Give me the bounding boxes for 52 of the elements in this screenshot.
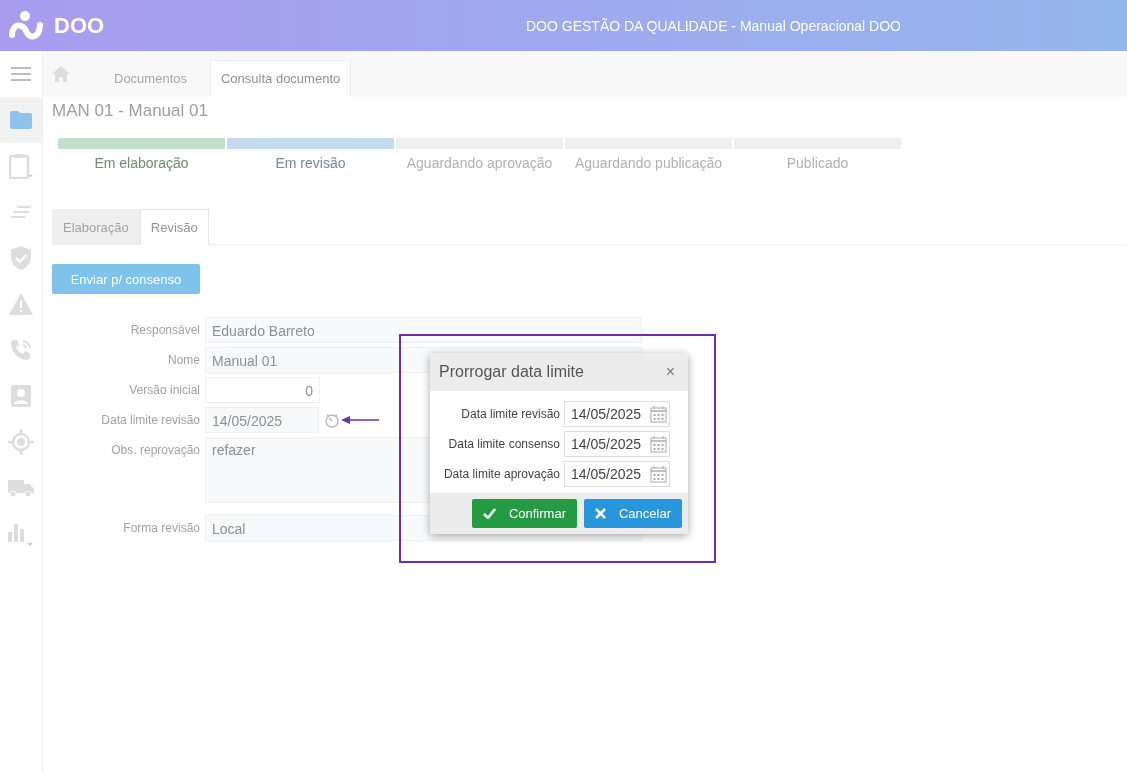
calendar-icon[interactable] — [650, 435, 667, 453]
warning-icon — [9, 293, 33, 315]
step-label: Aguardando publicação — [574, 155, 723, 171]
field-label: Responsável — [129, 323, 201, 337]
sidebar-item[interactable] — [0, 97, 42, 143]
cancel-button[interactable]: Cancelar — [583, 499, 682, 528]
close-button[interactable]: × — [661, 363, 679, 381]
field-label: Data limite aprovação — [443, 467, 560, 481]
step-label: Publicado — [786, 155, 849, 171]
tab[interactable]: Elaboração — [52, 209, 140, 245]
date-field[interactable]: 14/05/2025 — [205, 407, 319, 433]
field-label: Versão inicial — [128, 383, 201, 397]
field-label: Obs. reprovação — [110, 443, 201, 457]
clipboard-icon — [9, 153, 33, 179]
clock-icon[interactable] — [324, 412, 340, 428]
document-title: MAN 01 - Manual 01 — [52, 101, 209, 121]
logo-text: DOO — [54, 12, 105, 39]
check-icon — [482, 508, 496, 519]
step-label: Aguardando aprovação — [406, 155, 553, 171]
send-button[interactable]: Enviar p/ consenso — [52, 264, 200, 294]
truck-icon — [8, 478, 34, 498]
field-label: Nome — [167, 353, 201, 367]
date-field[interactable]: 14/05/2025 — [564, 401, 670, 427]
step-label: Em revisão — [275, 155, 346, 171]
date-field[interactable]: 14/05/2025 — [564, 431, 670, 457]
calendar-icon[interactable] — [650, 405, 667, 423]
page-tab[interactable]: Consulta documento — [210, 60, 352, 97]
bar-chart-icon — [8, 522, 34, 546]
home-icon[interactable] — [52, 66, 70, 82]
page-tab[interactable]: Documentos — [103, 60, 198, 97]
annotation-arrow — [341, 415, 379, 425]
field-label: Data limite revisão — [461, 407, 560, 421]
field-label: Data limite revisão — [100, 413, 201, 427]
phone-icon — [10, 339, 32, 361]
tab[interactable]: Revisão — [139, 209, 209, 245]
input-field[interactable]: 0 — [205, 377, 320, 403]
calendar-icon[interactable] — [650, 465, 667, 483]
target-icon — [8, 429, 34, 455]
field-label: Forma revisão — [122, 521, 201, 535]
logo-icon — [9, 10, 45, 41]
step-label: Em elaboração — [94, 155, 189, 171]
lines-icon — [11, 206, 31, 218]
shield-check-icon — [11, 246, 31, 270]
close-icon — [594, 508, 606, 519]
confirm-button[interactable]: Confirmar — [471, 499, 577, 528]
app-title: DOO GESTÃO DA QUALIDADE - Manual Operacional DOO — [526, 17, 901, 34]
field-label: Data limite consenso — [448, 437, 560, 451]
date-field[interactable]: 14/05/2025 — [564, 461, 670, 487]
menu-icon — [11, 66, 31, 82]
input-field[interactable]: Eduardo Barreto — [205, 317, 642, 343]
folder-icon — [10, 111, 32, 129]
contact-card-icon — [11, 385, 31, 407]
